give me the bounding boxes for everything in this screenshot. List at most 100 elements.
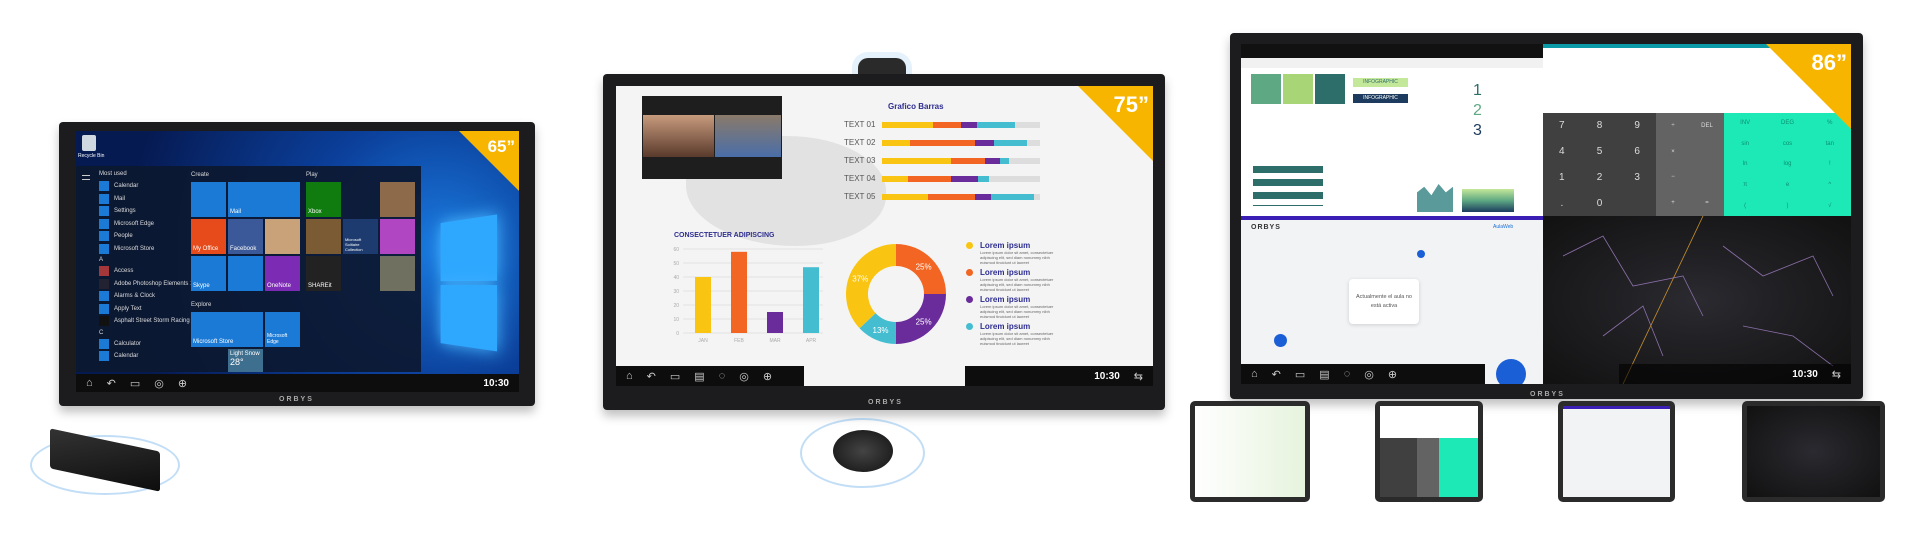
calc-operator[interactable]: = bbox=[1690, 190, 1724, 216]
calc-sci-key[interactable]: ) bbox=[1766, 195, 1808, 216]
folder-icon[interactable]: ▭ bbox=[670, 370, 680, 383]
apps-icon[interactable]: ◎ bbox=[1364, 368, 1374, 381]
calc-operator[interactable]: × bbox=[1656, 139, 1690, 165]
app-mail[interactable]: Mail bbox=[99, 193, 197, 206]
browser-icon[interactable]: ◌ bbox=[719, 370, 726, 382]
legend-text: Lorem ipsum dolor sit amet, consectetuer… bbox=[980, 304, 1054, 319]
aulaweb-logo: AulaWeb bbox=[1493, 224, 1514, 230]
tile-weather[interactable]: Light Snow 28° bbox=[228, 349, 263, 372]
calc-key[interactable]: 2 bbox=[1581, 165, 1619, 191]
calc-key[interactable]: 7 bbox=[1543, 113, 1581, 139]
column-bar bbox=[803, 267, 819, 333]
address-bar[interactable] bbox=[1241, 58, 1543, 68]
calc-sci-key[interactable]: tan bbox=[1809, 134, 1851, 155]
calc-sci-key[interactable]: ln bbox=[1724, 154, 1766, 175]
calc-sci-key[interactable]: ! bbox=[1809, 154, 1851, 175]
calc-sci-key[interactable]: sin bbox=[1724, 134, 1766, 155]
tile-office[interactable]: My Office bbox=[191, 219, 226, 254]
app-edge[interactable]: Microsoft Edge bbox=[99, 218, 197, 231]
calc-sci-key[interactable]: e bbox=[1766, 175, 1808, 196]
tile-candy[interactable] bbox=[380, 219, 415, 254]
calc-key[interactable]: 3 bbox=[1618, 165, 1656, 191]
calc-operator[interactable] bbox=[1690, 165, 1724, 191]
app-settings[interactable]: Settings bbox=[99, 205, 197, 218]
dashboard-screen: Grafico Barras TEXT 01 TEXT 02 TEXT 03 TEXT… bbox=[616, 86, 1153, 386]
add-icon[interactable]: ⊕ bbox=[763, 370, 772, 383]
calc-key[interactable]: 1 bbox=[1543, 165, 1581, 191]
home-icon[interactable]: ⌂ bbox=[86, 377, 93, 389]
calc-sci-key[interactable]: √ bbox=[1809, 195, 1851, 216]
app-label: Asphalt Street Storm Racing bbox=[114, 318, 190, 325]
calc-key[interactable]: 8 bbox=[1581, 113, 1619, 139]
y-tick: 40 bbox=[673, 275, 679, 281]
calc-operator[interactable]: DEL bbox=[1690, 113, 1724, 139]
calc-key[interactable]: 0 bbox=[1581, 190, 1619, 216]
calc-sci-key[interactable]: log bbox=[1766, 154, 1808, 175]
tile-skype[interactable]: Skype bbox=[191, 256, 226, 291]
area-chart bbox=[1417, 184, 1453, 212]
tile-photo[interactable] bbox=[265, 219, 300, 254]
calc-key[interactable]: 9 bbox=[1618, 113, 1656, 139]
tile-minecraft[interactable] bbox=[306, 219, 341, 254]
tile-mail[interactable]: Mail bbox=[228, 182, 300, 217]
calc-key[interactable]: 5 bbox=[1581, 139, 1619, 165]
home-icon[interactable]: ⌂ bbox=[626, 370, 633, 382]
video-call-window[interactable] bbox=[642, 96, 782, 179]
whiteboard-icon[interactable]: ▤ bbox=[1319, 368, 1329, 381]
tile-food[interactable] bbox=[380, 182, 415, 217]
calc-key[interactable]: 6 bbox=[1618, 139, 1656, 165]
calc-operator[interactable]: + bbox=[1656, 190, 1690, 216]
calc-sci-key[interactable]: INV bbox=[1724, 113, 1766, 134]
calc-key[interactable] bbox=[1618, 190, 1656, 216]
apps-icon[interactable]: ◎ bbox=[739, 370, 749, 383]
tile-shareit[interactable]: SHAREit bbox=[306, 256, 341, 291]
tile-xbox[interactable]: Xbox bbox=[306, 182, 341, 217]
browser-tabbar bbox=[1241, 44, 1543, 58]
browser-icon[interactable]: ◌ bbox=[1344, 368, 1351, 380]
calc-operator[interactable]: − bbox=[1656, 165, 1690, 191]
app-calculator[interactable]: Calculator bbox=[99, 338, 197, 351]
back-icon[interactable]: ↶ bbox=[107, 377, 116, 390]
app-apply-text[interactable]: Apply Text bbox=[99, 303, 197, 316]
calc-key[interactable]: 4 bbox=[1543, 139, 1581, 165]
calc-sci-key[interactable]: ( bbox=[1724, 195, 1766, 216]
back-icon[interactable]: ↶ bbox=[647, 370, 656, 383]
tile-game[interactable] bbox=[380, 256, 415, 291]
calc-sci-key[interactable]: π bbox=[1724, 175, 1766, 196]
folder-icon[interactable]: ▭ bbox=[1295, 368, 1305, 381]
apps-icon[interactable]: ◎ bbox=[154, 377, 164, 390]
tile-solitaire[interactable]: Microsoft Solitaire Collection bbox=[343, 219, 378, 254]
tile-facebook[interactable]: Facebook bbox=[228, 219, 263, 254]
app-access[interactable]: Access bbox=[99, 265, 197, 278]
speakerphone-puck bbox=[833, 430, 893, 472]
app-asphalt[interactable]: Asphalt Street Storm Racing bbox=[99, 315, 197, 328]
app-people[interactable]: People bbox=[99, 230, 197, 243]
recycle-bin-icon[interactable] bbox=[82, 135, 96, 151]
calc-key[interactable]: . bbox=[1543, 190, 1581, 216]
whiteboard-icon[interactable]: ▤ bbox=[694, 370, 704, 383]
tile-edge[interactable]: Microsoft Edge bbox=[265, 312, 300, 347]
app-photoshop[interactable]: Adobe Photoshop Elements 15 bbox=[99, 278, 197, 291]
calc-operator[interactable] bbox=[1690, 139, 1724, 165]
tile-store[interactable]: Microsoft Store bbox=[191, 312, 263, 347]
switch-icon[interactable]: ⇆ bbox=[1832, 368, 1841, 381]
calc-sci-key[interactable]: ^ bbox=[1809, 175, 1851, 196]
tile-calendar[interactable] bbox=[191, 182, 226, 217]
calc-sci-key[interactable]: DEG bbox=[1766, 113, 1808, 134]
hamburger-icon[interactable] bbox=[82, 175, 90, 180]
app-calendar-2[interactable]: Calendar bbox=[99, 350, 197, 363]
folder-icon[interactable]: ▭ bbox=[130, 377, 140, 390]
app-store[interactable]: Microsoft Store bbox=[99, 243, 197, 256]
calc-operator[interactable]: ÷ bbox=[1656, 113, 1690, 139]
app-alarms[interactable]: Alarms & Clock bbox=[99, 290, 197, 303]
calc-sci-key[interactable]: cos bbox=[1766, 134, 1808, 155]
add-icon[interactable]: ⊕ bbox=[1388, 368, 1397, 381]
tile-onenote[interactable]: OneNote bbox=[265, 256, 300, 291]
home-icon[interactable]: ⌂ bbox=[1251, 368, 1258, 380]
app-calendar[interactable]: Calendar bbox=[99, 180, 197, 193]
back-icon[interactable]: ↶ bbox=[1272, 368, 1281, 381]
add-icon[interactable]: ⊕ bbox=[178, 377, 187, 390]
bar-segment bbox=[882, 139, 911, 146]
tile-feedback[interactable] bbox=[228, 256, 263, 291]
switch-icon[interactable]: ⇆ bbox=[1134, 370, 1143, 383]
